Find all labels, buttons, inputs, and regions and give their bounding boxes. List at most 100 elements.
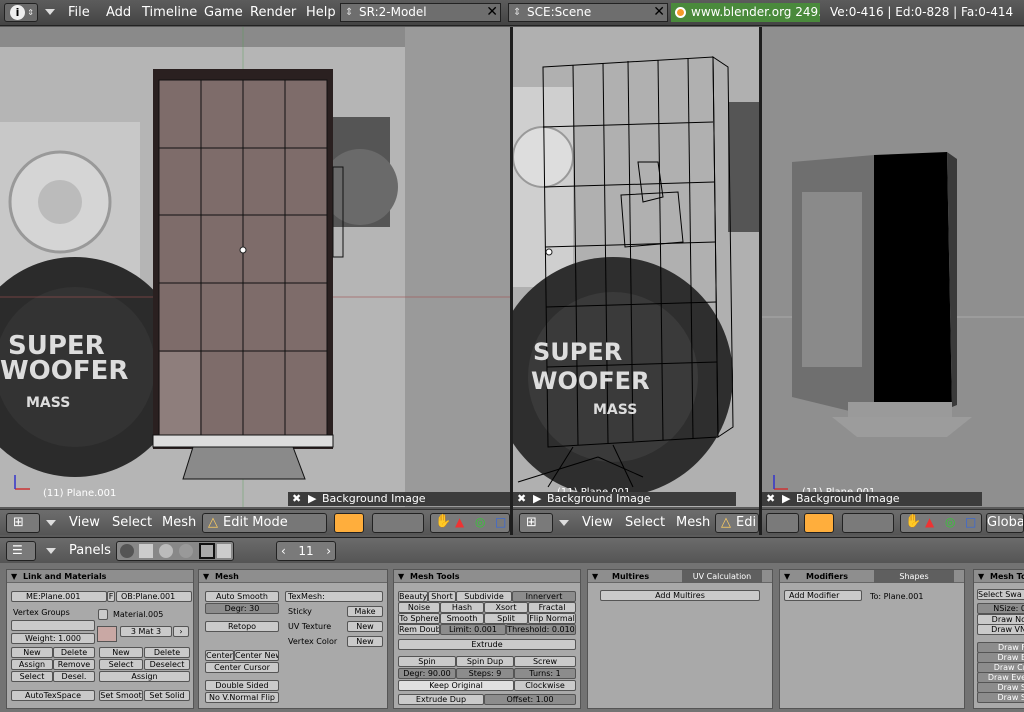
tab-multires[interactable]: Multires <box>612 570 649 583</box>
menu-mesh[interactable]: Mesh <box>676 510 710 536</box>
spin-dup-button[interactable]: Spin Dup <box>456 656 514 667</box>
set-smooth-button[interactable]: Set Smoot <box>99 690 143 701</box>
keep-original-toggle[interactable]: Keep Original <box>398 680 514 691</box>
script-context-icon[interactable] <box>139 544 153 558</box>
normal-size-field[interactable]: NSize: 0 <box>977 603 1024 614</box>
play-icon[interactable]: ▶ <box>533 492 541 506</box>
tab-modifiers[interactable]: Modifiers <box>806 570 848 583</box>
extrude-button[interactable]: Extrude <box>398 639 576 650</box>
frame-number-field[interactable]: ‹ 11 › <box>276 541 336 561</box>
vgroup-remove-button[interactable]: Remove <box>53 659 95 670</box>
spin-steps-field[interactable]: Steps: 9 <box>456 668 514 679</box>
menu-help[interactable]: Help <box>306 0 336 26</box>
editor-type-button[interactable]: ⊞ <box>6 513 40 533</box>
extrude-dup-button[interactable]: Extrude Dup <box>398 694 484 705</box>
object-name-field[interactable]: OB:Plane.001 <box>116 591 192 602</box>
draw-type-button[interactable] <box>334 513 364 533</box>
screw-turns-field[interactable]: Turns: 1 <box>514 668 576 679</box>
vertex-group-menu[interactable] <box>11 620 95 631</box>
spin-degree-field[interactable]: Degr: 90.00 <box>398 668 456 679</box>
material-select-button[interactable]: Select <box>99 659 143 670</box>
no-vnormal-flip-toggle[interactable]: No V.Normal Flip <box>205 692 279 703</box>
double-sided-toggle[interactable]: Double Sided <box>205 680 279 691</box>
pivot-button[interactable] <box>842 513 894 533</box>
draw-sharp-toggle[interactable]: Draw S <box>977 692 1024 703</box>
close-icon[interactable]: ✖ <box>517 492 526 506</box>
viewport-perspective[interactable]: SUPER WOOFER MASS (11) Plane.001 <box>513 27 759 507</box>
editor-type-button[interactable]: ☰ <box>6 541 36 561</box>
play-icon[interactable]: ▶ <box>782 492 790 506</box>
background-image-bar[interactable]: ✖ ▶ Background Image <box>762 492 982 506</box>
vgroup-assign-button[interactable]: Assign <box>11 659 53 670</box>
center-new-button[interactable]: Center New <box>234 650 279 661</box>
close-icon[interactable]: ✕ <box>486 4 498 21</box>
vertex-color-new-button[interactable]: New <box>347 636 383 647</box>
mode-selector-truncated[interactable] <box>766 513 799 533</box>
to-sphere-button[interactable]: To Sphere <box>398 613 440 624</box>
object-context-icon[interactable] <box>179 544 193 558</box>
center-button[interactable]: Center <box>205 650 234 661</box>
material-color-swatch[interactable] <box>97 626 117 642</box>
editing-context-icon[interactable] <box>199 543 215 559</box>
sticky-make-button[interactable]: Make <box>347 606 383 617</box>
collapse-menu-icon[interactable] <box>46 548 56 554</box>
threshold-field[interactable]: Threshold: 0.010 <box>506 624 576 635</box>
split-button[interactable]: Split <box>484 613 528 624</box>
close-icon[interactable]: ✖ <box>292 492 301 506</box>
close-icon[interactable]: ✕ <box>653 4 665 21</box>
close-icon[interactable]: ✖ <box>766 492 775 506</box>
material-assign-button[interactable]: Assign <box>99 671 190 682</box>
viewport-side[interactable]: (11) Plane.001 <box>762 27 1024 507</box>
context-buttons[interactable] <box>116 541 234 561</box>
panel-title[interactable]: ▼ Mesh Too <box>974 570 1024 583</box>
menu-add[interactable]: Add <box>106 0 131 26</box>
material-index-field[interactable]: 3 Mat 3 <box>120 626 172 637</box>
flip-normal-button[interactable]: Flip Normal <box>528 613 576 624</box>
select-swap-button[interactable]: Select Swa <box>977 589 1024 600</box>
vgroup-delete-button[interactable]: Delete <box>53 647 95 658</box>
editor-type-button[interactable]: ⊞ <box>519 513 553 533</box>
material-deselect-button[interactable]: Deselect <box>144 659 190 670</box>
offset-field[interactable]: Offset: 1.00 <box>484 694 576 705</box>
auto-smooth-toggle[interactable]: Auto Smooth <box>205 591 279 602</box>
panel-title[interactable]: ▼ Mesh <box>199 570 387 583</box>
fake-user-button[interactable]: F <box>107 591 115 602</box>
hash-button[interactable]: Hash <box>440 602 484 613</box>
auto-smooth-degree[interactable]: Degr: 30 <box>205 603 279 614</box>
panel-title[interactable]: ▼ Mesh Tools <box>394 570 580 583</box>
menu-view[interactable]: View <box>69 510 100 536</box>
mesh-datablock-field[interactable]: ME:Plane.001 <box>11 591 107 602</box>
collapse-menu-icon[interactable] <box>559 520 569 526</box>
collapse-menu-icon[interactable] <box>46 520 56 526</box>
manipulator-toggle[interactable]: ✋ ▲ ◎ □ <box>900 513 982 533</box>
orientation-selector[interactable]: Global <box>986 513 1024 533</box>
collapse-triangle-icon[interactable]: ▼ <box>978 570 984 583</box>
increment-icon[interactable]: › <box>326 542 331 560</box>
manipulator-toggle[interactable]: ✋ ▲ ◎ □ <box>430 513 510 533</box>
menu-render[interactable]: Render <box>250 0 296 26</box>
material-next-button[interactable]: › <box>173 626 189 637</box>
vgroup-deselect-button[interactable]: Desel. <box>53 671 95 682</box>
smooth-button[interactable]: Smooth <box>440 613 484 624</box>
menu-mesh[interactable]: Mesh <box>162 510 196 536</box>
draw-vnormals-toggle[interactable]: Draw VN <box>977 624 1024 635</box>
beauty-toggle[interactable]: Beauty <box>398 591 428 602</box>
autotexspace-button[interactable]: AutoTexSpace <box>11 690 95 701</box>
collapse-menu-icon[interactable] <box>45 9 55 15</box>
material-delete-button[interactable]: Delete <box>144 647 190 658</box>
pivot-button[interactable] <box>372 513 424 533</box>
short-toggle[interactable]: Short <box>428 591 456 602</box>
material-menu-button[interactable] <box>98 609 108 620</box>
noise-button[interactable]: Noise <box>398 602 440 613</box>
xsort-button[interactable]: Xsort <box>484 602 528 613</box>
menu-view[interactable]: View <box>582 510 613 536</box>
shading-context-icon[interactable] <box>159 544 173 558</box>
clockwise-toggle[interactable]: Clockwise <box>514 680 576 691</box>
menu-select[interactable]: Select <box>112 510 152 536</box>
add-multires-button[interactable]: Add Multires <box>600 590 760 601</box>
spin-button[interactable]: Spin <box>398 656 456 667</box>
set-solid-button[interactable]: Set Solid <box>144 690 190 701</box>
decrement-icon[interactable]: ‹ <box>281 542 286 560</box>
limit-field[interactable]: Limit: 0.001 <box>440 624 506 635</box>
rem-doubles-button[interactable]: Rem Doubl <box>398 624 440 635</box>
